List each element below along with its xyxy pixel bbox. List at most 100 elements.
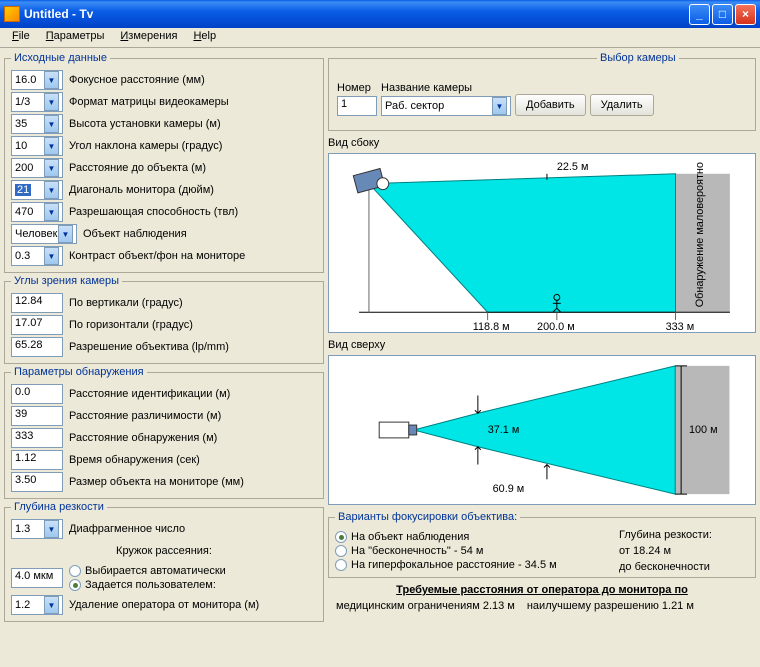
group-angles: Углы зрения камеры [11, 275, 122, 287]
auto-label: Выбирается автоматически [85, 565, 226, 577]
contrast-combo[interactable]: 0.3▼ [11, 246, 63, 266]
group-camsel: Выбор камеры [597, 52, 679, 64]
fnum-combo[interactable]: 1.3▼ [11, 519, 63, 539]
req-med: медицинским ограничениям 2.13 м [336, 600, 515, 612]
opdist-combo[interactable]: 1.2▼ [11, 595, 63, 615]
detect-field: 333 [11, 428, 63, 448]
chevron-down-icon[interactable]: ▼ [44, 596, 59, 614]
svg-text:100 м: 100 м [689, 424, 718, 436]
add-button[interactable]: Добавить [515, 94, 586, 116]
focal-combo[interactable]: 16.0▼ [11, 70, 63, 90]
delete-button[interactable]: Удалить [590, 94, 654, 116]
dof-from: от 18.24 м [619, 545, 749, 557]
menu-measure[interactable]: Измерения [112, 28, 185, 47]
disc-label: Расстояние различимости (м) [69, 410, 317, 422]
name-label: Название камеры [381, 82, 511, 94]
opdist-label: Удаление оператора от монитора (м) [69, 599, 317, 611]
svg-text:37.1 м: 37.1 м [488, 424, 520, 436]
horz-label: По горизонтали (градус) [69, 319, 317, 331]
size-field: 3.50 [11, 472, 63, 492]
obj-combo[interactable]: Человек▼ [11, 224, 77, 244]
svg-text:60.9 м: 60.9 м [493, 483, 525, 495]
ident-field: 0.0 [11, 384, 63, 404]
dist-label: Расстояние до объекта (м) [69, 162, 317, 174]
chevron-down-icon[interactable]: ▼ [44, 247, 59, 265]
chevron-down-icon[interactable]: ▼ [44, 115, 59, 133]
menu-file[interactable]: File [4, 28, 38, 47]
fnum-label: Диафрагменное число [69, 523, 317, 535]
svg-text:Обнаружение маловероятно: Обнаружение маловероятно [694, 162, 706, 307]
res-combo[interactable]: 470▼ [11, 202, 63, 222]
vert-field: 12.84 [11, 293, 63, 313]
svg-text:333 м: 333 м [666, 321, 695, 332]
chevron-down-icon[interactable]: ▼ [44, 203, 59, 221]
height-combo[interactable]: 35▼ [11, 114, 63, 134]
req-best: наилучшему разрешению 1.21 м [527, 600, 694, 612]
close-button[interactable]: × [735, 4, 756, 25]
side-view-title: Вид сбоку [328, 137, 379, 149]
dist-combo[interactable]: 200▼ [11, 158, 63, 178]
user-label: Задается пользователем: [85, 579, 216, 591]
chevron-down-icon[interactable]: ▼ [44, 93, 59, 111]
menu-params[interactable]: Параметры [38, 28, 113, 47]
radio-focus-hyp[interactable] [335, 559, 347, 571]
side-view-diagram: Обнаружение маловероятно 22.5 м 118.8 м … [328, 153, 756, 333]
group-focus: Варианты фокусировки объектива: [335, 511, 520, 523]
menu-help[interactable]: Help [185, 28, 224, 47]
window-title: Untitled - Tv [24, 7, 689, 21]
contrast-label: Контраст объект/фон на мониторе [69, 250, 317, 262]
maximize-button[interactable]: □ [712, 4, 733, 25]
focus-hyp-label: На гиперфокальное расстояние - 34.5 м [351, 559, 557, 571]
chevron-down-icon[interactable]: ▼ [44, 520, 59, 538]
group-detect: Параметры обнаружения [11, 366, 147, 378]
time-field: 1.12 [11, 450, 63, 470]
diag-label: Диагональ монитора (дюйм) [69, 184, 317, 196]
top-view-diagram: 37.1 м 60.9 м 100 м [328, 355, 756, 505]
res-label: Разрешающая способность (твл) [69, 206, 317, 218]
name-combo[interactable]: Раб. сектор▼ [381, 96, 511, 116]
horz-field: 17.07 [11, 315, 63, 335]
app-icon [4, 6, 20, 22]
tilt-combo[interactable]: 10▼ [11, 136, 63, 156]
chevron-down-icon[interactable]: ▼ [492, 97, 507, 115]
radio-auto[interactable] [69, 565, 81, 577]
svg-text:118.8 м: 118.8 м [473, 321, 510, 332]
chevron-down-icon[interactable]: ▼ [58, 225, 73, 243]
vert-label: По вертикали (градус) [69, 297, 317, 309]
obj-label: Объект наблюдения [83, 228, 317, 240]
height-label: Высота установки камеры (м) [69, 118, 317, 130]
chevron-down-icon[interactable]: ▼ [44, 159, 59, 177]
ident-label: Расстояние идентификации (м) [69, 388, 317, 400]
minimize-button[interactable]: _ [689, 4, 710, 25]
focal-label: Фокусное расстояние (мм) [69, 74, 317, 86]
matrix-combo[interactable]: 1/3▼ [11, 92, 63, 112]
focus-inf-label: На "бесконечность" - 54 м [351, 545, 483, 557]
svg-text:22.5 м: 22.5 м [557, 161, 589, 173]
chevron-down-icon[interactable]: ▼ [44, 137, 59, 155]
req-title: Требуемые расстояния от оператора до мон… [396, 584, 688, 596]
circle-label: Кружок рассеяния: [116, 545, 212, 557]
tilt-label: Угол наклона камеры (градус) [69, 140, 317, 152]
svg-text:200.0 м: 200.0 м [537, 321, 575, 332]
detect-label: Расстояние обнаружения (м) [69, 432, 317, 444]
lens-label: Разрешение объектива (lp/mm) [69, 341, 317, 353]
group-depth: Глубина резкости [11, 501, 107, 513]
diag-combo[interactable]: 21▼ [11, 180, 63, 200]
time-label: Время обнаружения (сек) [69, 454, 317, 466]
num-label: Номер [337, 82, 377, 94]
top-view-title: Вид сверху [328, 339, 385, 351]
focus-obj-label: На объект наблюдения [351, 531, 469, 543]
mkm-field: 4.0 мкм [11, 568, 63, 588]
radio-focus-obj[interactable] [335, 531, 347, 543]
group-source: Исходные данные [11, 52, 110, 64]
radio-focus-inf[interactable] [335, 545, 347, 557]
chevron-down-icon[interactable]: ▼ [44, 181, 59, 199]
disc-field: 39 [11, 406, 63, 426]
num-field[interactable]: 1 [337, 96, 377, 116]
dof-to: до бесконечности [619, 561, 749, 573]
radio-user[interactable] [69, 579, 81, 591]
dof-label: Глубина резкости: [619, 529, 749, 541]
matrix-label: Формат матрицы видеокамеры [69, 96, 317, 108]
chevron-down-icon[interactable]: ▼ [44, 71, 59, 89]
lens-field: 65.28 [11, 337, 63, 357]
